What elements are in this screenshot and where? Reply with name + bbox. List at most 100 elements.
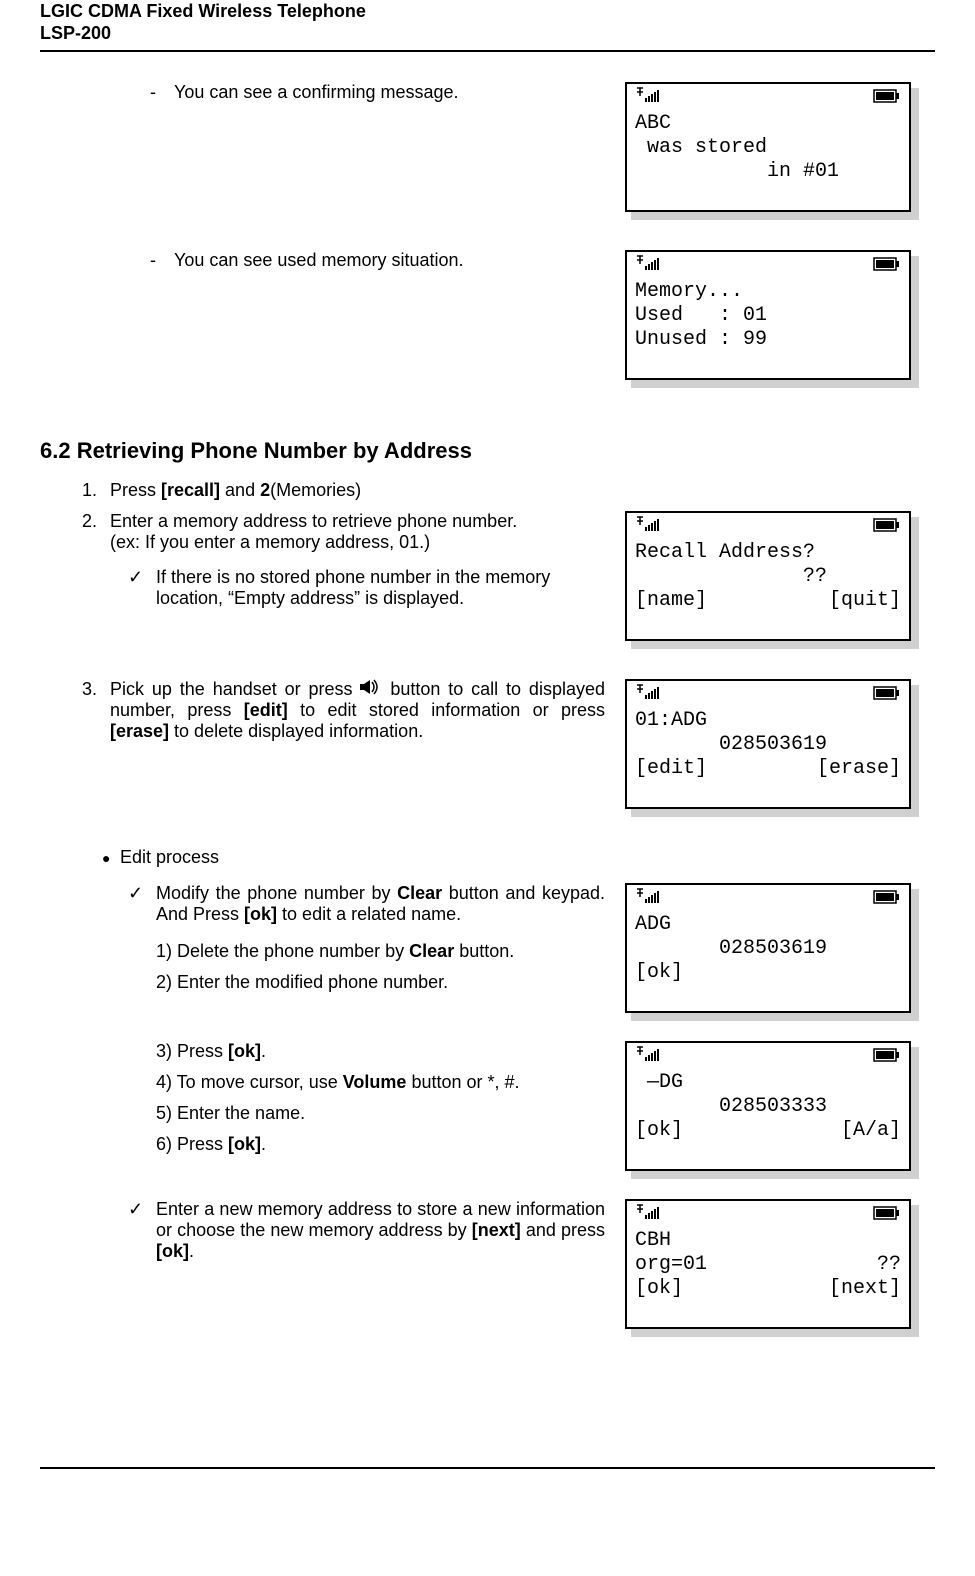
battery-icon bbox=[873, 684, 901, 708]
signal-icon bbox=[635, 887, 665, 913]
t: Clear bbox=[409, 941, 454, 961]
t: 3) Press bbox=[156, 1041, 228, 1061]
bullet-icon: ● bbox=[102, 847, 120, 869]
screen-line: CBH bbox=[635, 1229, 901, 1253]
check-icon: ✓ bbox=[128, 1199, 156, 1262]
substep-3: 3) Press [ok]. bbox=[156, 1041, 605, 1062]
t: Volume bbox=[343, 1072, 407, 1092]
screen-org: org=01 bbox=[635, 1253, 707, 1277]
screen-line: 028503619 bbox=[635, 937, 901, 961]
t: . bbox=[261, 1041, 266, 1061]
t: 6) Press bbox=[156, 1134, 228, 1154]
t: . bbox=[189, 1241, 194, 1261]
signal-icon bbox=[635, 683, 665, 709]
screen-entry: 01:ADG 028503619 [edit] [erase] bbox=[625, 679, 919, 817]
softkey-quit: [quit] bbox=[829, 589, 901, 613]
softkey-ok: [ok] bbox=[635, 1119, 683, 1143]
t: 2 bbox=[260, 480, 270, 500]
battery-icon bbox=[873, 516, 901, 540]
step2-text-b: (ex: If you enter a memory address, 01.) bbox=[110, 532, 430, 552]
memory-text: You can see used memory situation. bbox=[174, 250, 605, 271]
signal-icon bbox=[635, 86, 665, 112]
t: to edit a related name. bbox=[277, 904, 461, 924]
t: [recall] bbox=[161, 480, 220, 500]
t: [erase] bbox=[110, 721, 169, 741]
softkey-name: [name] bbox=[635, 589, 707, 613]
step2-check: If there is no stored phone number in th… bbox=[156, 567, 605, 609]
t: . bbox=[261, 1134, 266, 1154]
screen-new-address: CBH org=01 ?? [ok] [next] bbox=[625, 1199, 919, 1337]
substep-2: 2) Enter the modified phone number. bbox=[156, 972, 605, 993]
doc-title: LGIC CDMA Fixed Wireless Telephone bbox=[40, 0, 935, 23]
substep-4: 4) To move cursor, use Volume button or … bbox=[156, 1072, 605, 1093]
step3-text: Pick up the handset or press button to c… bbox=[110, 679, 605, 743]
t: (Memories) bbox=[270, 480, 361, 500]
dash-marker: - bbox=[150, 82, 174, 103]
battery-icon bbox=[873, 1046, 901, 1070]
t: [ok] bbox=[244, 904, 277, 924]
step1-number: 1. bbox=[82, 480, 110, 501]
screen-line: in #01 bbox=[635, 160, 901, 184]
doc-model: LSP-200 bbox=[40, 23, 935, 44]
screen-line: ?? bbox=[635, 565, 901, 589]
screen-line: Recall Address? bbox=[635, 541, 901, 565]
t: [ok] bbox=[228, 1041, 261, 1061]
screen-line: 01:ADG bbox=[635, 709, 901, 733]
screen-line: 028503619 bbox=[635, 733, 901, 757]
confirm-text: You can see a confirming message. bbox=[174, 82, 605, 103]
t: and press bbox=[521, 1220, 605, 1240]
screen-line: Memory... bbox=[635, 280, 901, 304]
t: [edit] bbox=[244, 700, 288, 720]
substep-1: 1) Delete the phone number by Clear butt… bbox=[156, 941, 605, 962]
t: 1) Delete the phone number by bbox=[156, 941, 409, 961]
screen-line: —DG bbox=[635, 1071, 901, 1095]
section-heading: 6.2 Retrieving Phone Number by Address bbox=[40, 438, 935, 464]
new-address-text: Enter a new memory address to store a ne… bbox=[156, 1199, 605, 1262]
screen-qq: ?? bbox=[877, 1253, 901, 1277]
softkey-ok: [ok] bbox=[635, 961, 683, 985]
substep-5: 5) Enter the name. bbox=[156, 1103, 605, 1124]
battery-icon bbox=[873, 888, 901, 912]
check-icon: ✓ bbox=[128, 883, 156, 925]
softkey-erase: [erase] bbox=[817, 757, 901, 781]
signal-icon bbox=[635, 515, 665, 541]
softkey-edit: [edit] bbox=[635, 757, 707, 781]
t: to delete displayed information. bbox=[169, 721, 423, 741]
battery-icon bbox=[873, 1204, 901, 1228]
screen-line: was stored bbox=[635, 136, 901, 160]
screen-edit-number: ADG 028503619 [ok] bbox=[625, 883, 919, 1021]
t: Clear bbox=[397, 883, 442, 903]
signal-icon bbox=[635, 254, 665, 280]
screen-recall-address: Recall Address? ?? [name] [quit] bbox=[625, 511, 919, 649]
screen-line: ADG bbox=[635, 913, 901, 937]
step3-number: 3. bbox=[82, 679, 110, 743]
t: [ok] bbox=[228, 1134, 261, 1154]
dash-marker: - bbox=[150, 250, 174, 271]
signal-icon bbox=[635, 1203, 665, 1229]
substep-6: 6) Press [ok]. bbox=[156, 1134, 605, 1155]
battery-icon bbox=[873, 255, 901, 279]
t: Press bbox=[110, 480, 161, 500]
edit-process-heading: Edit process bbox=[120, 847, 935, 869]
screen-edit-name: —DG 028503333 [ok] [A/a] bbox=[625, 1041, 919, 1179]
screen-confirm: ABC was stored in #01 bbox=[625, 82, 919, 220]
header-rule bbox=[40, 50, 935, 52]
signal-icon bbox=[635, 1045, 665, 1071]
battery-icon bbox=[873, 87, 901, 111]
t: button or *, #. bbox=[406, 1072, 519, 1092]
t: 4) To move cursor, use bbox=[156, 1072, 343, 1092]
softkey-ok: [ok] bbox=[635, 1277, 683, 1301]
screen-memory: Memory... Used : 01 Unused : 99 bbox=[625, 250, 919, 388]
softkey-next: [next] bbox=[829, 1277, 901, 1301]
softkey-case: [A/a] bbox=[841, 1119, 901, 1143]
screen-line: ABC bbox=[635, 112, 901, 136]
t: and bbox=[220, 480, 260, 500]
t: Pick up the handset or press bbox=[110, 679, 360, 699]
footer-rule bbox=[40, 1467, 935, 1469]
t: Modify the phone number by bbox=[156, 883, 397, 903]
t: [next] bbox=[472, 1220, 521, 1240]
step2-number: 2. bbox=[82, 511, 110, 553]
screen-line: Used : 01 bbox=[635, 304, 901, 328]
step2-text-a: Enter a memory address to retrieve phone… bbox=[110, 511, 517, 531]
t: to edit stored information or press bbox=[288, 700, 605, 720]
